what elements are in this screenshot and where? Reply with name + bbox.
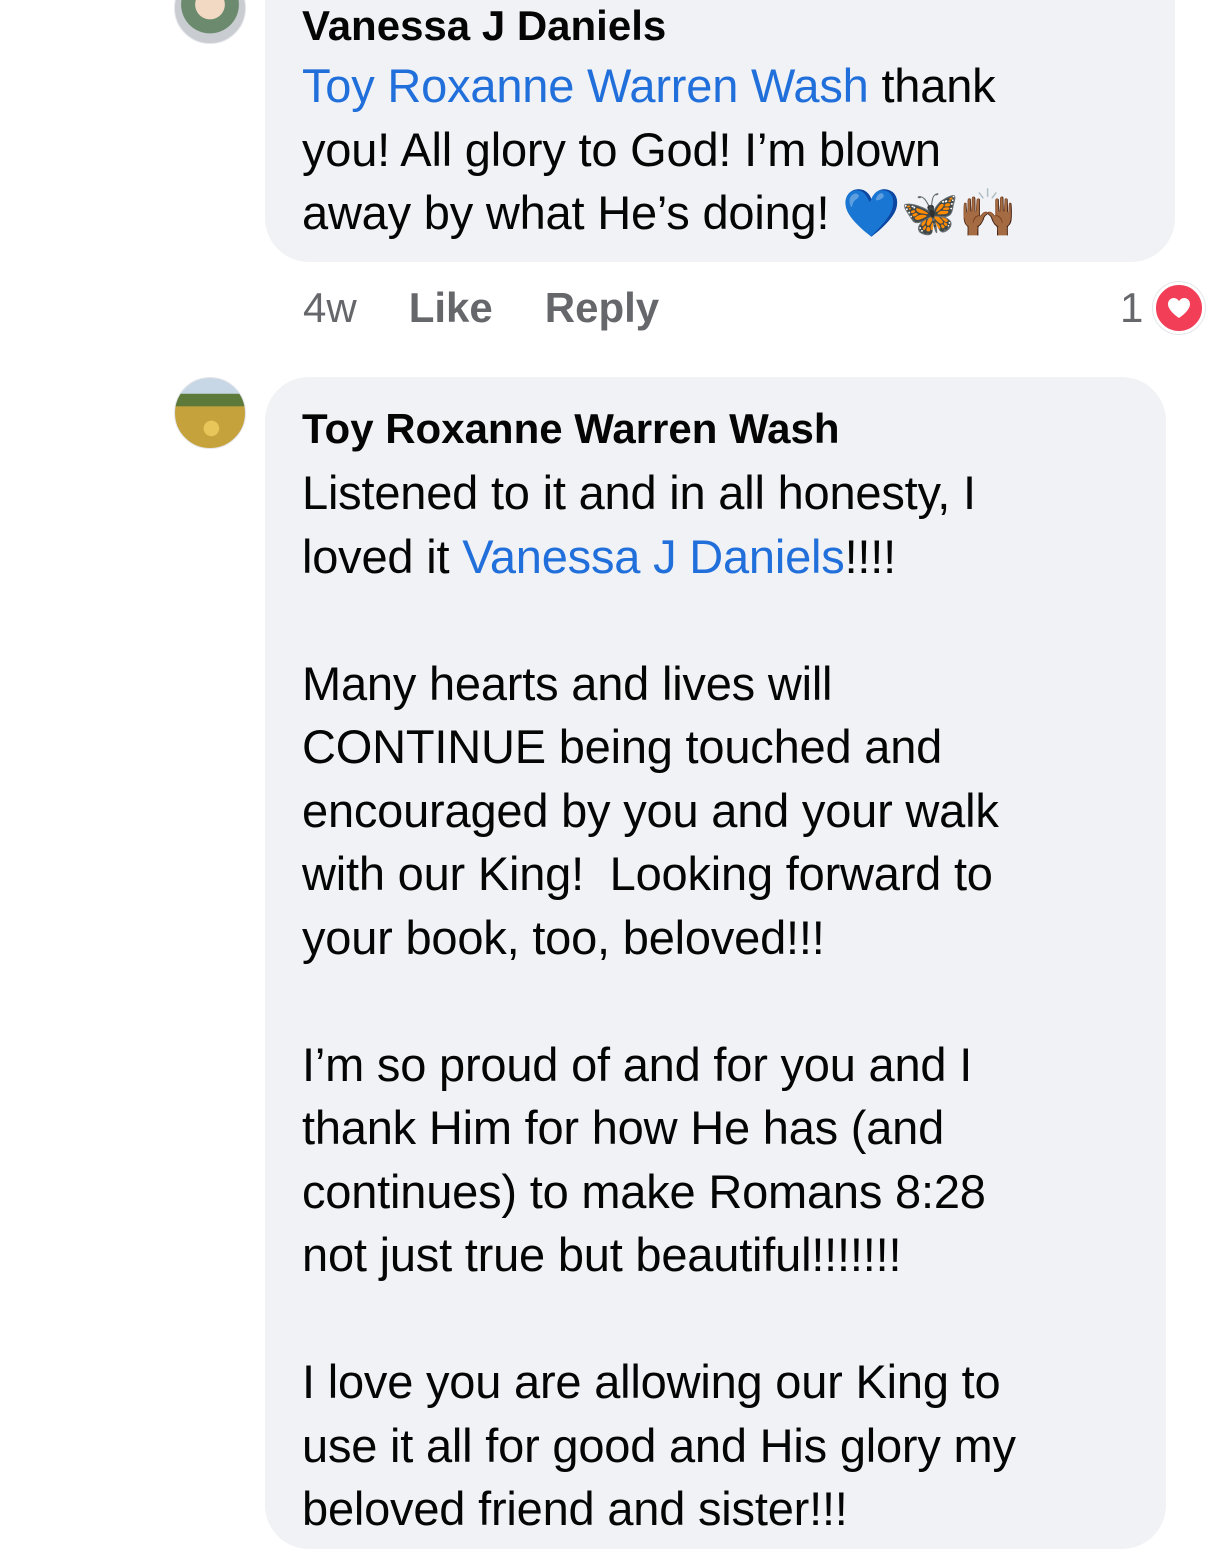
reaction-summary[interactable]: 1: [1120, 280, 1206, 336]
mention-link[interactable]: Vanessa J Daniels: [462, 530, 845, 583]
comment-bubble: Vanessa J Daniels Toy Roxanne Warren Was…: [265, 0, 1175, 262]
comment-text: Toy Roxanne Warren Wash thank you! All g…: [302, 54, 1152, 246]
comment-author[interactable]: Vanessa J Daniels: [302, 2, 666, 50]
reaction-count: 1: [1120, 284, 1144, 331]
mention-link[interactable]: Toy Roxanne Warren Wash: [302, 59, 869, 112]
comment-actions: 4w Like Reply: [303, 280, 711, 336]
reply-button[interactable]: Reply: [545, 284, 659, 332]
love-icon: [1153, 282, 1206, 334]
comment-text: Listened to it and in all honesty, I lov…: [302, 461, 1152, 1541]
heart-icon: [1168, 298, 1191, 318]
like-button[interactable]: Like: [409, 284, 493, 332]
avatar-toy[interactable]: [174, 377, 246, 449]
comment-text-body: !!!! Many hearts and lives will CONTINUE…: [302, 529, 1016, 1536]
comment-bubble: Toy Roxanne Warren Wash Listened to it a…: [265, 377, 1166, 1549]
comment-timestamp[interactable]: 4w: [303, 284, 357, 332]
avatar-vanessa[interactable]: [174, 0, 246, 44]
emoji-group: 💙🦋🙌🏾: [842, 186, 1018, 241]
comment-author[interactable]: Toy Roxanne Warren Wash: [302, 405, 840, 453]
